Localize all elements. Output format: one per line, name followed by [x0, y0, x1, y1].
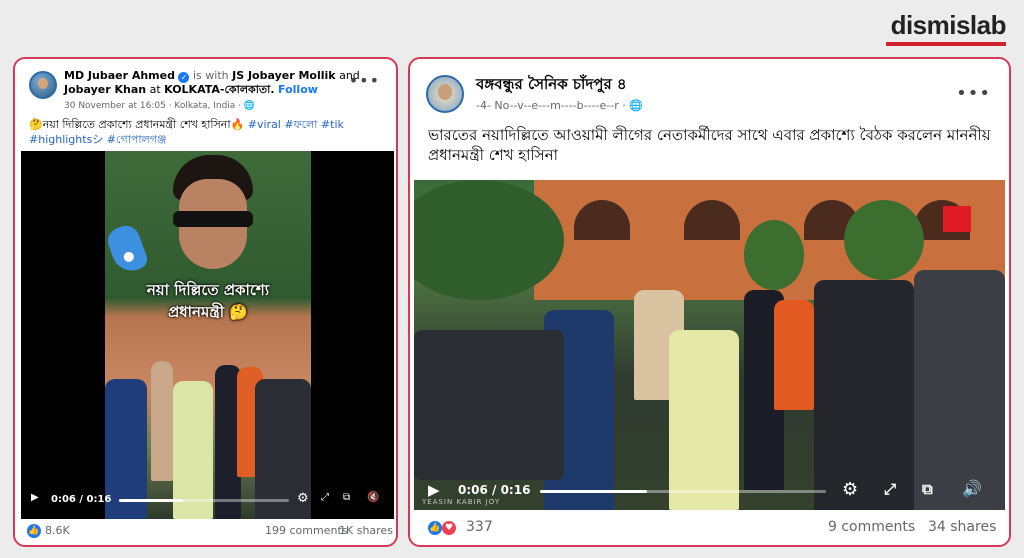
post-date-meta[interactable]: -4- No--v--e---m----b----e--r ·: [476, 99, 626, 112]
reaction-count[interactable]: 8.6K: [45, 524, 70, 537]
love-icon: ♥: [442, 521, 456, 535]
video-player[interactable]: YEASIN KABIR JOY ▶ 0:06 / 0:16 ⚙ ⤢ ⧉ 🔊: [414, 180, 1005, 510]
settings-icon[interactable]: ⚙: [842, 479, 858, 500]
right-post-meta: -4- No--v--e---m----b----e--r · 🌐: [476, 99, 643, 113]
volume-icon[interactable]: 🔊: [962, 479, 982, 498]
with-prefix: is with: [192, 69, 229, 82]
progress-fill: [119, 499, 183, 502]
pip-icon[interactable]: ⧉: [922, 480, 933, 498]
page-name[interactable]: বঙ্গবন্ধুর সৈনিক চাঁদপুর ৪: [476, 75, 627, 93]
video-controls: ▶ 0:06 / 0:16 ⚙ ⤢ ⧉ 🔊: [414, 479, 1005, 504]
narrator-face: [163, 155, 263, 275]
channel-logo: [943, 206, 971, 232]
right-post-card: বঙ্গবন্ধুর সৈনিক চাঁদপুর ৪ -4- No--v--e-…: [408, 57, 1011, 547]
hashtags-line-2[interactable]: #highlightsシ #গোপালগঞ্জ: [29, 132, 389, 147]
shares-count[interactable]: 34 shares: [928, 519, 996, 535]
fullscreen-icon[interactable]: ⤢: [884, 480, 896, 498]
tagged-user-1[interactable]: JS Jobayer Mollik: [232, 69, 335, 82]
post-text: 🤔নয়া দিল্লিতে প্রকাশ্যে প্রধানমন্ত্রী শ…: [29, 117, 389, 147]
globe-icon: 🌐: [243, 101, 256, 111]
right-post-footer: 👍 ♥ 337 9 comments 34 shares: [410, 511, 1009, 545]
mute-icon[interactable]: 🔇: [367, 492, 379, 503]
post-meta: 30 November at 16:05 · Kolkata, India · …: [64, 99, 255, 113]
reaction-count[interactable]: 337: [466, 519, 493, 535]
settings-icon[interactable]: ⚙: [297, 491, 309, 506]
play-icon[interactable]: ▶: [428, 481, 440, 499]
post-footer: 👍 8.6K 199 comments 1K shares: [15, 517, 396, 545]
video-overlay-line-2: প্রধানমন্ত্রী 🤔: [168, 303, 248, 321]
comments-count[interactable]: 9 comments: [828, 519, 915, 535]
video-controls: ▶ 0:06 / 0:16 ⚙ ⤢ ⧉ 🔇: [29, 491, 386, 511]
progress-bar[interactable]: [540, 490, 826, 493]
author-name[interactable]: MD Jubaer Ahmed: [64, 69, 175, 82]
comments-count[interactable]: 199 comments: [265, 524, 347, 537]
at-word: at: [149, 83, 161, 96]
play-icon[interactable]: ▶: [31, 492, 39, 503]
more-icon[interactable]: •••: [349, 71, 380, 90]
more-icon[interactable]: •••: [956, 83, 991, 104]
verified-icon: ✓: [178, 72, 190, 83]
video-time: 0:06 / 0:16: [51, 494, 112, 505]
follow-button[interactable]: Follow: [278, 83, 318, 96]
brand-logo: dismislab: [890, 10, 1007, 40]
cartoon-sticker: [105, 221, 150, 277]
page-avatar[interactable]: [426, 75, 464, 113]
progress-bar[interactable]: [119, 499, 289, 502]
brand-underline: [886, 42, 1006, 46]
fullscreen-icon[interactable]: ⤢: [321, 492, 329, 503]
progress-fill: [540, 490, 648, 493]
right-post-text: ভারতের নয়াদিল্লিতে আওয়ামী লীগের নেতাকর…: [428, 126, 991, 164]
tagged-user-2[interactable]: Jobayer Khan: [64, 83, 146, 96]
camera-equipment: [414, 330, 564, 480]
pip-icon[interactable]: ⧉: [343, 492, 350, 503]
like-icon: 👍: [27, 524, 41, 538]
post-time-location[interactable]: 30 November at 16:05 · Kolkata, India ·: [64, 101, 241, 111]
video-player[interactable]: নয়া দিল্লিতে প্রকাশ্যে প্রধানমন্ত্রী 🤔 …: [21, 151, 394, 519]
author-avatar[interactable]: [29, 71, 57, 99]
post-header: MD Jubaer Ahmed ✓ is with JS Jobayer Mol…: [64, 69, 364, 97]
location-link[interactable]: KOLKATA-কোলকাতা.: [164, 83, 274, 96]
shares-count[interactable]: 1K shares: [339, 524, 393, 537]
video-time: 0:06 / 0:16: [458, 483, 531, 497]
hashtags-line-1[interactable]: #viral #ফলো #tik: [248, 118, 344, 131]
left-post-card: MD Jubaer Ahmed ✓ is with JS Jobayer Mol…: [13, 57, 398, 547]
like-icon: 👍: [428, 521, 442, 535]
video-frame: নয়া দিল্লিতে প্রকাশ্যে প্রধানমন্ত্রী 🤔: [105, 151, 311, 519]
globe-icon: 🌐: [629, 99, 643, 112]
post-caption: 🤔নয়া দিল্লিতে প্রকাশ্যে প্রধানমন্ত্রী শ…: [29, 118, 245, 131]
